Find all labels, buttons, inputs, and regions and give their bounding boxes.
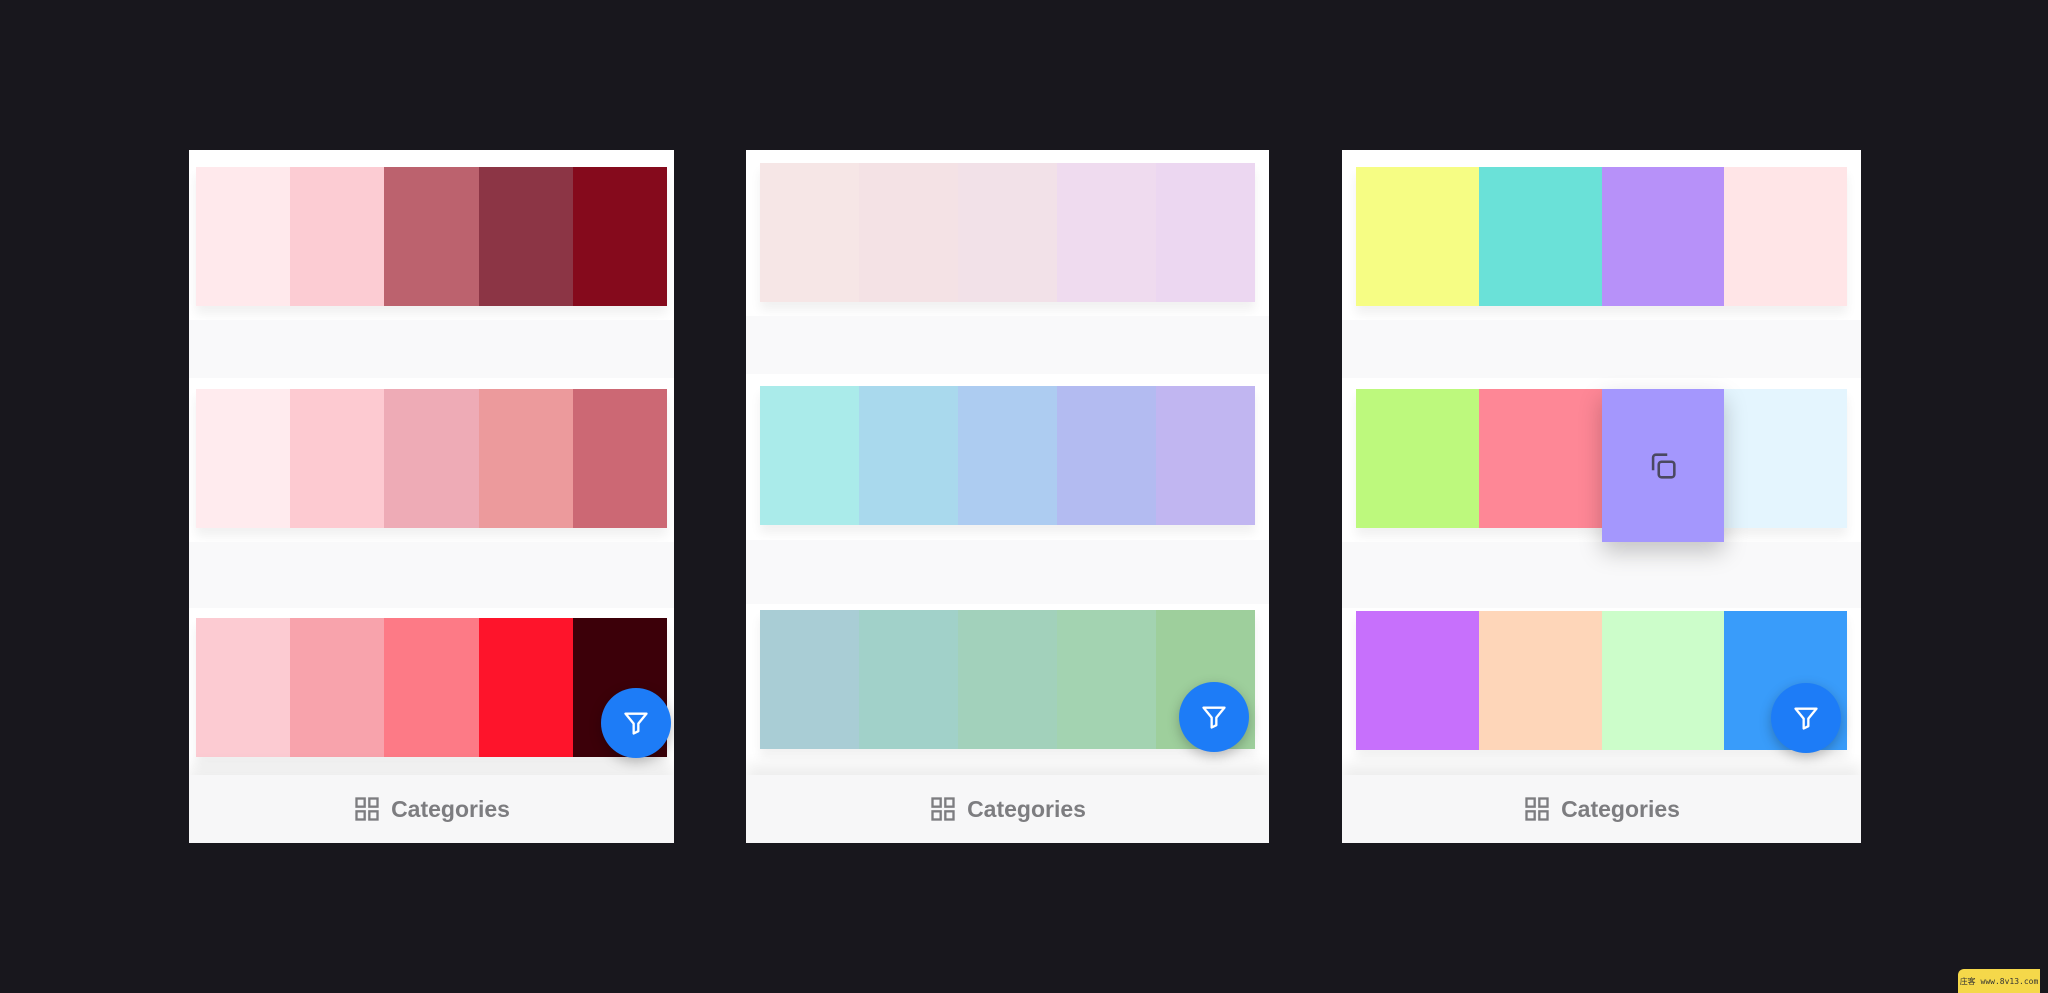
- color-swatch[interactable]: [478, 389, 573, 528]
- color-swatch[interactable]: [478, 618, 573, 757]
- palette-row-1[interactable]: [196, 167, 668, 306]
- color-swatch[interactable]: [958, 386, 1057, 525]
- categories-label: Categories: [1561, 795, 1680, 822]
- grid-icon: [1525, 797, 1549, 821]
- color-swatch[interactable]: [290, 618, 385, 757]
- color-swatch[interactable]: [196, 389, 291, 528]
- color-swatch[interactable]: [859, 610, 958, 749]
- color-swatch[interactable]: [958, 610, 1057, 749]
- filter-button[interactable]: [1179, 682, 1249, 752]
- color-swatch[interactable]: [1478, 389, 1602, 528]
- copy-icon[interactable]: [1646, 449, 1680, 483]
- palette-row-2[interactable]: [760, 386, 1255, 525]
- color-swatch[interactable]: [859, 386, 958, 525]
- color-swatch[interactable]: [1156, 386, 1255, 525]
- color-swatch[interactable]: [1478, 167, 1602, 306]
- color-swatch[interactable]: [290, 389, 385, 528]
- color-swatch[interactable]: [1356, 611, 1479, 750]
- color-swatch[interactable]: [384, 389, 479, 528]
- phone-screen-2: Categories: [746, 150, 1269, 843]
- color-swatch[interactable]: [1601, 167, 1725, 306]
- filter-button[interactable]: [1771, 683, 1841, 753]
- categories-label: Categories: [391, 795, 510, 822]
- grid-icon: [355, 797, 379, 821]
- filter-icon: [624, 712, 648, 735]
- filter-icon: [1794, 707, 1818, 730]
- color-swatch[interactable]: [760, 386, 859, 525]
- color-swatch[interactable]: [1724, 389, 1847, 528]
- color-swatch[interactable]: [1356, 167, 1479, 306]
- palette-row-2[interactable]: [1356, 389, 1847, 542]
- palette-row-1[interactable]: [1356, 167, 1847, 306]
- color-swatch[interactable]: [290, 167, 385, 306]
- color-swatch[interactable]: [572, 167, 668, 306]
- watermark-badge: 庄客 www.8v13.com: [1958, 969, 2040, 993]
- palette-separator: [1342, 542, 1861, 608]
- color-swatch[interactable]: [196, 167, 291, 306]
- color-swatch[interactable]: [1057, 386, 1156, 525]
- grid-icon: [931, 797, 955, 821]
- color-swatch[interactable]: [1156, 163, 1255, 302]
- color-swatch[interactable]: [1356, 389, 1479, 528]
- bottom-tab-bar[interactable]: Categories: [189, 775, 674, 843]
- color-swatch[interactable]: [572, 389, 668, 528]
- color-swatch[interactable]: [196, 618, 291, 757]
- color-swatch[interactable]: [1057, 610, 1156, 749]
- palette-separator: [189, 320, 674, 378]
- palette-row-2[interactable]: [196, 389, 668, 528]
- color-swatch[interactable]: [760, 163, 859, 302]
- palette-separator: [746, 540, 1269, 604]
- bottom-tab-bar[interactable]: Categories: [746, 775, 1269, 843]
- color-swatch[interactable]: [384, 618, 479, 757]
- color-swatch-selected[interactable]: [1601, 389, 1725, 542]
- palette-separator: [1342, 320, 1861, 378]
- palette-separator: [189, 542, 674, 608]
- palette-row-1[interactable]: [760, 163, 1255, 302]
- color-swatch[interactable]: [1478, 611, 1602, 750]
- color-swatch[interactable]: [1057, 163, 1156, 302]
- color-swatch[interactable]: [478, 167, 573, 306]
- color-swatch[interactable]: [859, 163, 958, 302]
- palette-row-3[interactable]: [196, 618, 668, 757]
- palette-separator: [746, 316, 1269, 374]
- bottom-tab-bar[interactable]: Categories: [1342, 775, 1861, 843]
- phone-screen-3: Categories: [1342, 150, 1861, 843]
- color-swatch[interactable]: [1601, 611, 1725, 750]
- phone-screen-1: Categories: [189, 150, 674, 843]
- color-swatch[interactable]: [1724, 167, 1847, 306]
- color-swatch[interactable]: [384, 167, 479, 306]
- filter-icon: [1202, 706, 1226, 729]
- color-swatch[interactable]: [760, 610, 859, 749]
- filter-button[interactable]: [601, 688, 671, 758]
- color-swatch[interactable]: [958, 163, 1057, 302]
- categories-label: Categories: [967, 795, 1086, 822]
